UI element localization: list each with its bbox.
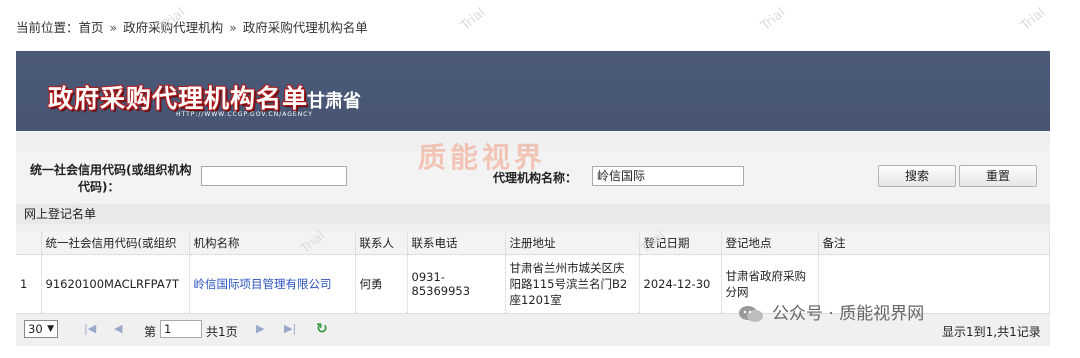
table-header-row: 统一社会信用代码(或组织 机构名称 联系人 联系电话 注册地址 登记日期 登记地…: [16, 232, 1050, 255]
page-banner: 政府采购代理机构名单 甘肃省 HTTP://WWW.CCGP.GOV.CN/AG…: [16, 51, 1050, 131]
column-header: [16, 232, 42, 255]
banner-title: 政府采购代理机构名单: [48, 84, 309, 113]
page-prefix: 第: [144, 325, 157, 339]
phone-cell: 0931-85369953: [407, 254, 506, 314]
watermark-stamp: 质能视界: [418, 141, 547, 174]
page-total: 共1页: [206, 325, 238, 339]
section-title: 网上登记名单: [16, 204, 1050, 224]
date-cell: 2024-12-30: [639, 254, 722, 314]
wechat-icon: [739, 306, 763, 322]
address-cell: 甘肃省兰州市城关区庆阳路115号滨兰名门B2座1201室: [505, 254, 640, 314]
page-number-input[interactable]: 1: [160, 320, 202, 338]
row-index: 1: [16, 254, 42, 314]
refresh-icon[interactable]: ↻: [316, 321, 328, 337]
column-header[interactable]: 联系电话: [407, 232, 506, 255]
trial-watermark: Trial: [458, 5, 489, 34]
breadcrumb-agency-link[interactable]: 政府采购代理机构: [123, 20, 223, 35]
banner-province: 甘肃省: [307, 91, 361, 112]
breadcrumb-prefix: 当前位置：: [16, 20, 79, 35]
chevron-down-icon: ▼: [47, 324, 54, 334]
credit-code-label: 统一社会信用代码(或组织机构 代码)：: [30, 161, 192, 195]
agency-name-link[interactable]: 岭信国际项目管理有限公司: [189, 254, 356, 314]
column-header[interactable]: 机构名称: [189, 232, 356, 255]
trial-watermark: Trial: [1018, 5, 1049, 34]
column-header[interactable]: 登记地点: [721, 232, 819, 255]
wechat-account-text: 公众号 · 质能视界网: [772, 304, 925, 324]
agency-name-input[interactable]: 岭信国际: [592, 166, 744, 186]
column-header[interactable]: 联系人: [355, 232, 408, 255]
breadcrumb: 当前位置：首页 » 政府采购代理机构 » 政府采购代理机构名单: [16, 17, 368, 36]
breadcrumb-home-link[interactable]: 首页: [79, 20, 104, 35]
column-header[interactable]: 备注: [818, 232, 1050, 255]
breadcrumb-separator: »: [229, 20, 237, 35]
first-page-icon[interactable]: |◀: [84, 322, 96, 335]
banner-url: HTTP://WWW.CCGP.GOV.CN/AGENCY: [176, 111, 313, 118]
page-size-select[interactable]: 30 ▼: [24, 320, 58, 338]
prev-page-icon[interactable]: ◀: [114, 322, 122, 335]
breadcrumb-separator: »: [109, 20, 118, 35]
wechat-account-watermark: 公众号 · 质能视界网: [738, 299, 924, 324]
credit-code-cell: 91620100MACLRFPA7T: [41, 254, 190, 314]
credit-code-label-line2: 代码)：: [78, 180, 120, 194]
breadcrumb-current: 政府采购代理机构名单: [242, 20, 368, 35]
trial-watermark: Trial: [758, 5, 789, 34]
reset-button[interactable]: 重置: [959, 165, 1037, 187]
page-size-value: 30: [28, 322, 43, 336]
search-button[interactable]: 搜索: [878, 165, 956, 187]
next-page-icon[interactable]: ▶: [256, 322, 264, 335]
column-header[interactable]: 统一社会信用代码(或组织: [41, 232, 190, 255]
last-page-icon[interactable]: ▶|: [284, 322, 296, 335]
contact-cell: 何勇: [355, 254, 408, 314]
record-summary: 显示1到1,共1记录: [942, 325, 1041, 339]
credit-code-label-line1: 统一社会信用代码(或组织机构: [30, 163, 192, 177]
column-header[interactable]: 注册地址: [505, 232, 640, 255]
credit-code-input[interactable]: [201, 166, 347, 186]
column-header[interactable]: 登记日期: [639, 232, 722, 255]
